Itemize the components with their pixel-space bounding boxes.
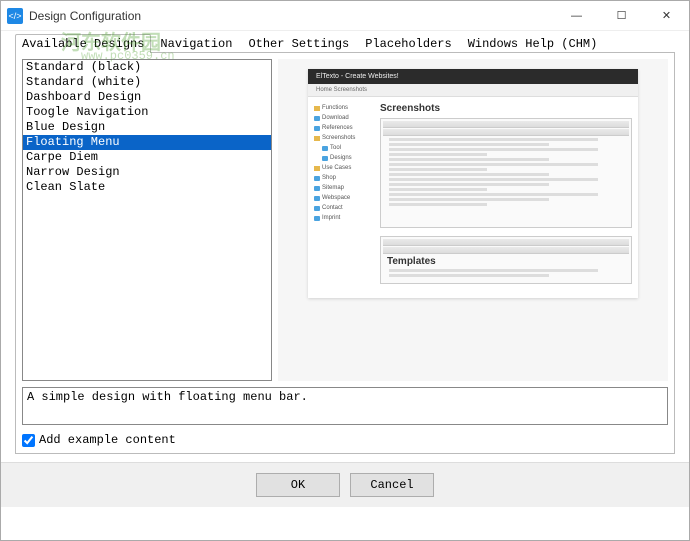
preview-heading-screenshots: Screenshots (380, 103, 632, 114)
dialog-footer: OK Cancel (1, 462, 689, 507)
preview-heading-templates: Templates (387, 256, 625, 267)
preview-sidebar: Functions Download References Screenshot… (314, 103, 374, 292)
preview-screenshot-1 (380, 118, 632, 228)
window-controls: — ☐ ✕ (554, 1, 689, 30)
preview-side-download: Download (314, 113, 374, 123)
window-title: Design Configuration (29, 9, 141, 23)
tab-panel-available-designs: Standard (black) Standard (white) Dashbo… (15, 52, 675, 454)
tab-windows-help-chm[interactable]: Windows Help (CHM) (461, 34, 605, 53)
add-example-content-checkbox[interactable] (22, 434, 35, 447)
add-example-content-row[interactable]: Add example content (22, 431, 668, 447)
preview-side-designs: Designs (314, 153, 374, 163)
preview-side-contact: Contact (314, 203, 374, 213)
design-item-toggle-nav[interactable]: Toogle Navigation (23, 105, 271, 120)
preview-main: Screenshots Templates (380, 103, 632, 292)
preview-side-usecases: Use Cases (314, 163, 374, 173)
tab-navigation[interactable]: Navigation (153, 34, 239, 53)
design-item-blue[interactable]: Blue Design (23, 120, 271, 135)
preview-side-tool: Tool (314, 143, 374, 153)
tab-placeholders[interactable]: Placeholders (358, 34, 458, 53)
tab-strip: Available Designs Navigation Other Setti… (1, 31, 689, 52)
preview-breadcrumb: Home Screenshots (308, 84, 638, 97)
design-item-carpe-diem[interactable]: Carpe Diem (23, 150, 271, 165)
preview-page: ElTexto - Create Websites! Home Screensh… (308, 69, 638, 298)
design-item-standard-black[interactable]: Standard (black) (23, 60, 271, 75)
ok-button[interactable]: OK (256, 473, 340, 497)
cancel-button[interactable]: Cancel (350, 473, 434, 497)
preview-side-sitemap: Sitemap (314, 183, 374, 193)
preview-side-screenshots: Screenshots (314, 133, 374, 143)
design-item-standard-white[interactable]: Standard (white) (23, 75, 271, 90)
minimize-button[interactable]: — (554, 1, 599, 30)
titlebar: </> Design Configuration — ☐ ✕ (1, 1, 689, 31)
preview-side-functions: Functions (314, 103, 374, 113)
maximize-button[interactable]: ☐ (599, 1, 644, 30)
preview-screenshot-2: Templates (380, 236, 632, 284)
close-button[interactable]: ✕ (644, 1, 689, 30)
design-description: A simple design with floating menu bar. (22, 387, 668, 425)
tab-available-designs[interactable]: Available Designs (15, 34, 151, 53)
preview-side-imprint: Imprint (314, 213, 374, 223)
preview-side-shop: Shop (314, 173, 374, 183)
design-item-floating-menu[interactable]: Floating Menu (23, 135, 271, 150)
design-preview-pane: ElTexto - Create Websites! Home Screensh… (278, 59, 668, 381)
preview-body: Functions Download References Screenshot… (308, 97, 638, 298)
designs-listbox[interactable]: Standard (black) Standard (white) Dashbo… (22, 59, 272, 381)
app-icon: </> (7, 8, 23, 24)
preview-side-references: References (314, 123, 374, 133)
preview-side-webspace: Webspace (314, 193, 374, 203)
preview-header: ElTexto - Create Websites! (308, 69, 638, 84)
design-item-narrow[interactable]: Narrow Design (23, 165, 271, 180)
upper-row: Standard (black) Standard (white) Dashbo… (22, 59, 668, 381)
design-item-dashboard[interactable]: Dashboard Design (23, 90, 271, 105)
add-example-content-label: Add example content (39, 433, 176, 447)
tab-other-settings[interactable]: Other Settings (241, 34, 356, 53)
design-item-clean-slate[interactable]: Clean Slate (23, 180, 271, 195)
